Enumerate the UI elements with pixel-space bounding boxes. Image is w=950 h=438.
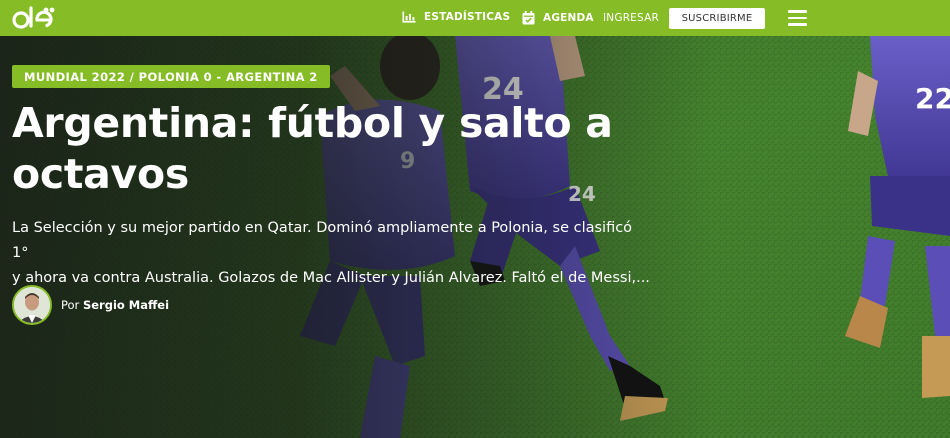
article-summary: La Selección y su mejor partido en Qatar… <box>12 216 652 291</box>
headline-line-2: octavos <box>12 150 189 198</box>
top-navigation-bar: ESTADÍSTICAS AGENDA INGRESAR SUSCRIBIRME <box>0 0 950 36</box>
ole-logo-icon[interactable] <box>12 4 66 32</box>
article-headline[interactable]: Argentina: fútbol y salto a octavos <box>12 98 652 200</box>
subscribe-button[interactable]: SUSCRIBIRME <box>669 8 765 29</box>
nav-estadisticas[interactable]: ESTADÍSTICAS <box>402 11 510 23</box>
summary-line-1: La Selección y su mejor partido en Qatar… <box>12 220 633 261</box>
article-kicker[interactable]: MUNDIAL 2022 / POLONIA 0 - ARGENTINA 2 <box>12 65 330 88</box>
hamburger-menu-icon[interactable] <box>788 10 807 26</box>
byline-text: Por Sergio Maffei <box>61 298 169 312</box>
nav-estadisticas-label: ESTADÍSTICAS <box>424 11 511 23</box>
hero-article[interactable]: 9 24 24 22 <box>0 36 950 438</box>
headline-line-1: Argentina: fútbol y salto a <box>12 99 613 147</box>
byline-prefix: Por <box>61 298 80 312</box>
article-byline: Por Sergio Maffei <box>12 285 169 325</box>
bar-chart-icon <box>402 11 416 23</box>
summary-line-2: y ahora va contra Australia. Golazos de … <box>12 270 650 286</box>
nav-agenda-label: AGENDA <box>543 12 594 24</box>
author-name[interactable]: Sergio Maffei <box>83 298 169 312</box>
login-link[interactable]: INGRESAR <box>603 12 659 24</box>
author-avatar[interactable] <box>12 285 52 325</box>
calendar-icon <box>522 11 535 25</box>
nav-agenda[interactable]: AGENDA <box>522 11 594 25</box>
